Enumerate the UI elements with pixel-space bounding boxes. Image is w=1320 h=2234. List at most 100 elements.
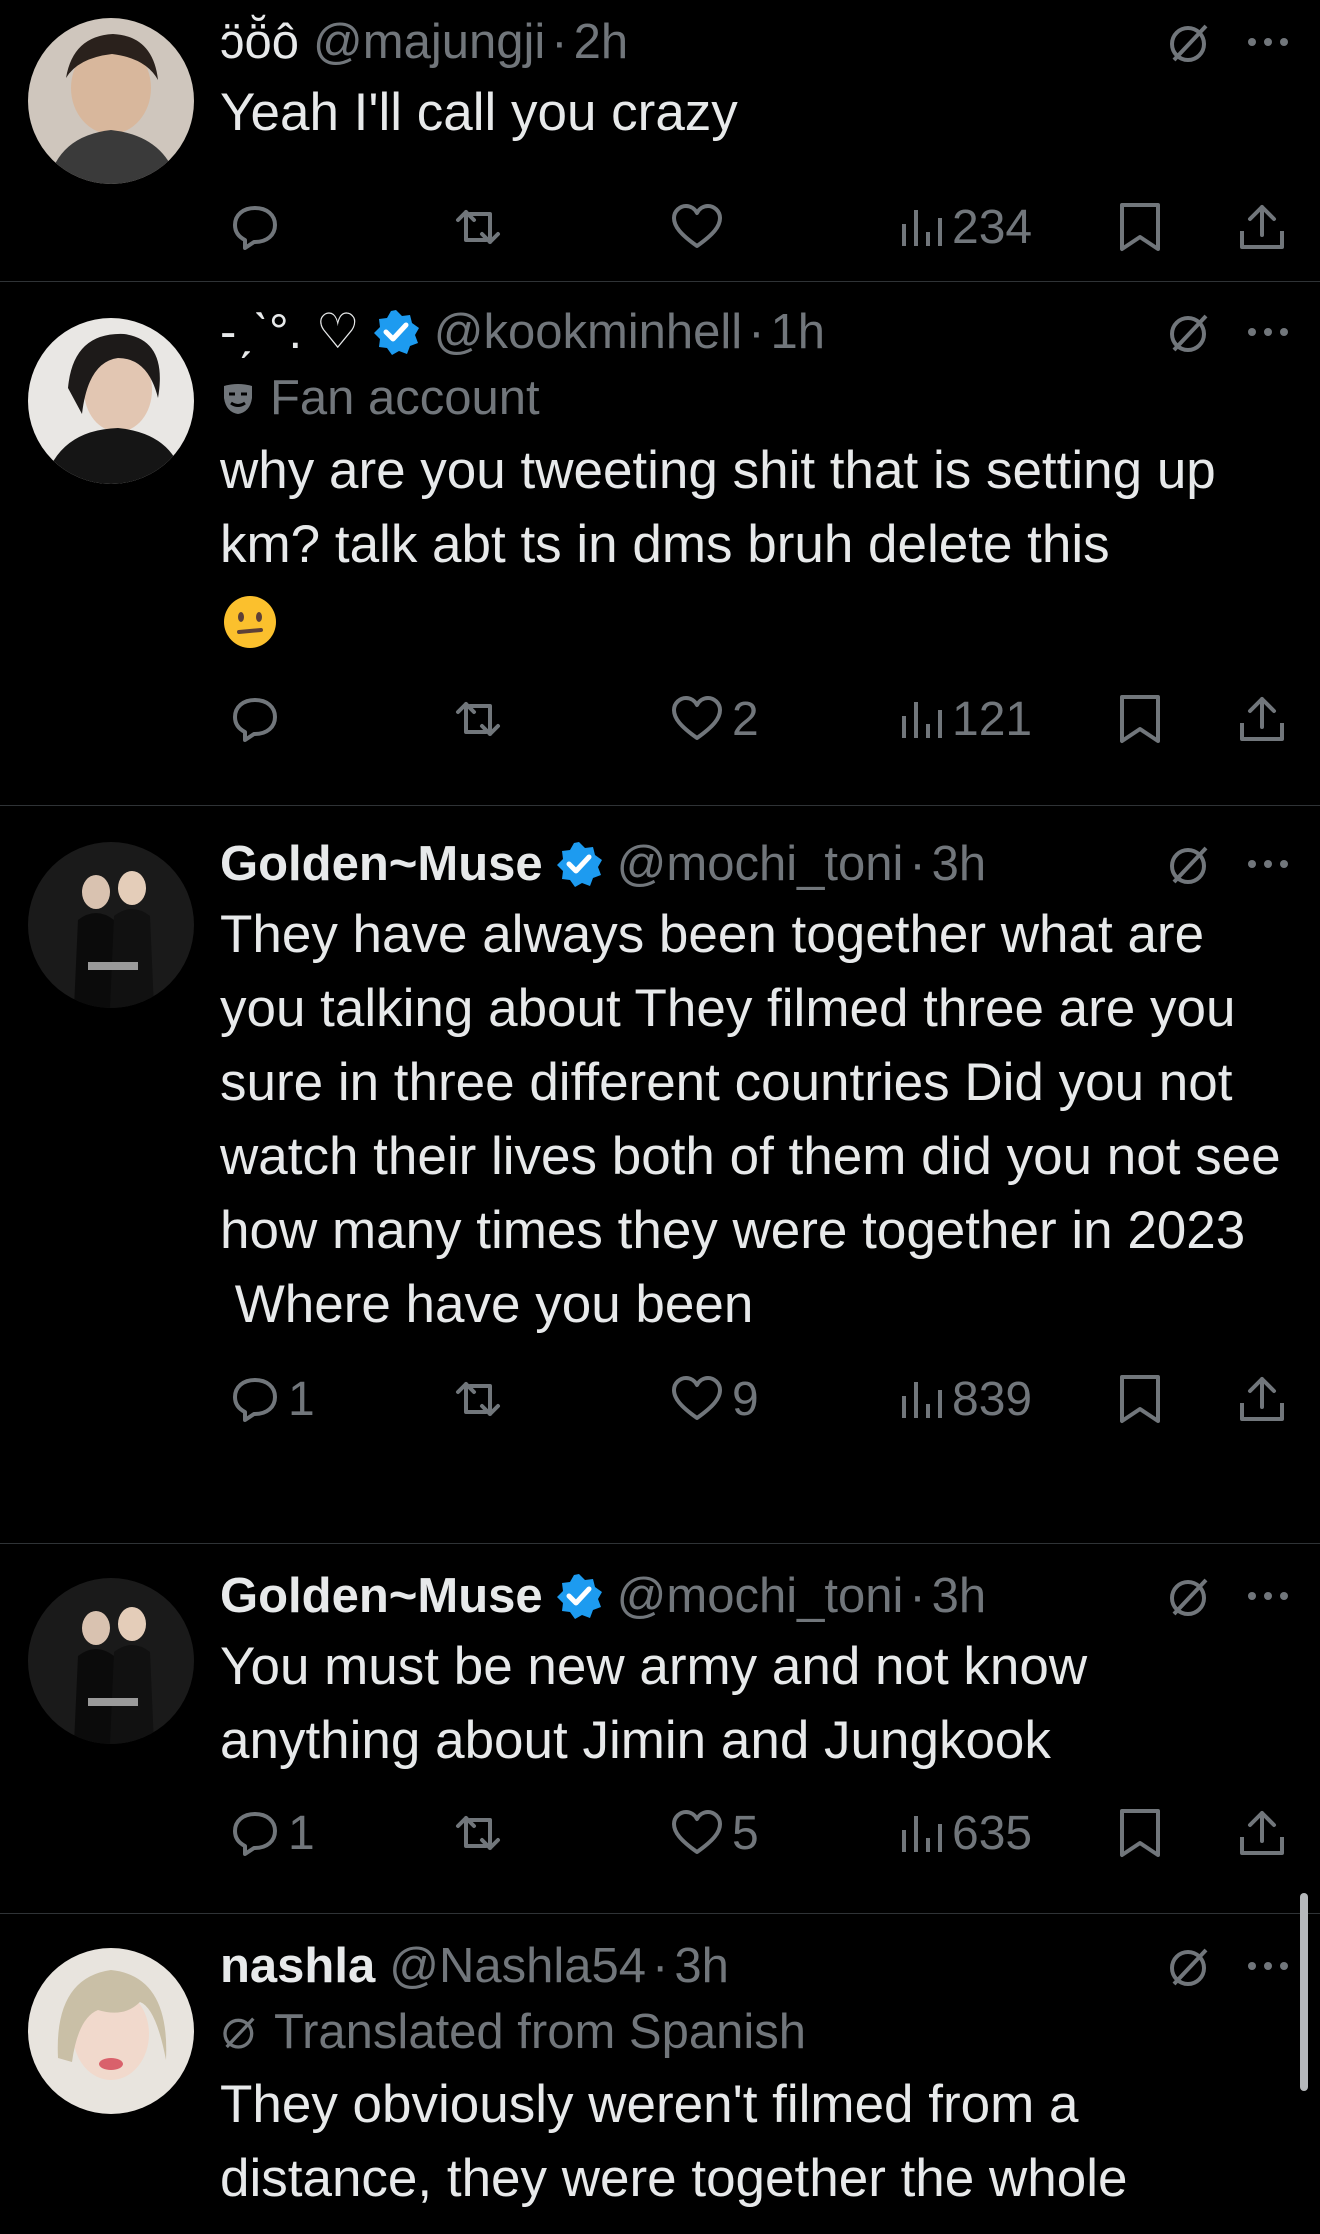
- tweet[interactable]: ɔ̈ö̆ô @majungji · 2h Yeah I'll call you …: [0, 0, 1320, 282]
- timestamp[interactable]: 3h: [932, 1566, 987, 1626]
- bookmark-button[interactable]: [1118, 1354, 1162, 1444]
- tweet-header: nashla @Nashla54 · 3h: [220, 1936, 1320, 1996]
- reply-count: 1: [288, 1372, 315, 1426]
- tweet-text: You must be new army and not know anythi…: [220, 1637, 1102, 1770]
- views-icon: [902, 1816, 942, 1852]
- reply-count: 1: [288, 1806, 315, 1860]
- tweet[interactable]: Golden~Muse @mochi_toni · 3h You must be…: [0, 1544, 1320, 1914]
- handle[interactable]: @Nashla54: [389, 1936, 646, 1996]
- views-button[interactable]: 839: [900, 1354, 1032, 1444]
- repost-button[interactable]: [450, 1354, 506, 1444]
- display-name[interactable]: Golden~Muse: [220, 834, 543, 894]
- header-actions: [1166, 1942, 1292, 1990]
- share-button[interactable]: [1238, 1788, 1286, 1878]
- separator: ·: [748, 305, 765, 359]
- repost-icon: [456, 1382, 500, 1416]
- views-icon: [902, 210, 942, 246]
- translation-label[interactable]: Translated from Spanish: [220, 1996, 1320, 2068]
- display-name[interactable]: nashla: [220, 1936, 375, 1996]
- timestamp[interactable]: 1h: [771, 302, 826, 362]
- reply-button[interactable]: 1: [230, 1788, 315, 1878]
- verified-badge-icon: [373, 310, 419, 355]
- more-icon[interactable]: [1244, 1589, 1292, 1603]
- reply-icon: [233, 206, 277, 250]
- avatar[interactable]: [28, 1948, 194, 2114]
- grok-icon[interactable]: [1166, 1942, 1214, 1990]
- reply-button[interactable]: 1: [230, 1354, 315, 1444]
- views-icon: [902, 1382, 942, 1418]
- like-button[interactable]: 5: [670, 1788, 759, 1878]
- bookmark-button[interactable]: [1118, 182, 1162, 272]
- grok-icon[interactable]: [1166, 308, 1214, 356]
- confused-face-emoji: [224, 596, 276, 648]
- tweet-text: They have always been together what are …: [220, 905, 1281, 1334]
- reply-icon: [233, 1378, 277, 1422]
- tweet-header: Golden~Muse @mochi_toni · 3h: [220, 834, 1320, 894]
- display-name[interactable]: ɔ̈ö̆ô: [220, 12, 299, 72]
- like-icon: [672, 1810, 722, 1854]
- handle[interactable]: @kookminhell: [434, 302, 742, 362]
- tweet-actions: 234: [220, 182, 1320, 272]
- header-actions: [1166, 308, 1292, 356]
- share-button[interactable]: [1238, 1354, 1286, 1444]
- reply-button[interactable]: [230, 674, 288, 764]
- separator: ·: [909, 837, 926, 891]
- tweet[interactable]: -ˏˋ°. ♡ @kookminhell · 1h Fan account wh…: [0, 282, 1320, 806]
- like-icon: [672, 696, 722, 740]
- share-button[interactable]: [1238, 674, 1286, 764]
- tweet-actions: 1 9 839: [220, 1354, 1320, 1444]
- separator: ·: [551, 15, 568, 69]
- repost-button[interactable]: [450, 182, 506, 272]
- avatar[interactable]: [28, 318, 194, 484]
- handle[interactable]: @mochi_toni: [617, 834, 904, 894]
- avatar[interactable]: [28, 18, 194, 184]
- tweet[interactable]: nashla @Nashla54 · 3h Translated from Sp…: [0, 1914, 1320, 2234]
- display-name[interactable]: Golden~Muse: [220, 1566, 543, 1626]
- timestamp[interactable]: 3h: [932, 834, 987, 894]
- avatar[interactable]: [28, 842, 194, 1008]
- more-icon[interactable]: [1244, 1959, 1292, 1973]
- view-count: 234: [952, 200, 1033, 254]
- grok-icon[interactable]: [1166, 18, 1214, 66]
- more-icon[interactable]: [1244, 35, 1292, 49]
- grok-icon[interactable]: [1166, 840, 1214, 888]
- fan-account-label: Fan account: [220, 362, 1320, 434]
- tweet-header: Golden~Muse @mochi_toni · 3h: [220, 1566, 1320, 1626]
- like-count: 9: [732, 1372, 759, 1426]
- views-button[interactable]: 234: [900, 182, 1032, 272]
- repost-button[interactable]: [450, 1788, 506, 1878]
- reply-icon: [233, 698, 277, 742]
- like-button[interactable]: [670, 182, 732, 272]
- more-icon[interactable]: [1244, 857, 1292, 871]
- bookmark-icon: [1120, 1809, 1160, 1857]
- grok-icon[interactable]: [1166, 1572, 1214, 1620]
- scrollbar[interactable]: [1300, 1893, 1308, 2091]
- tweet-header: -ˏˋ°. ♡ @kookminhell · 1h: [220, 302, 1320, 362]
- reply-icon: [233, 1812, 277, 1856]
- handle[interactable]: @mochi_toni: [617, 1566, 904, 1626]
- repost-button[interactable]: [450, 674, 506, 764]
- translation-text: Translated from Spanish: [274, 2005, 806, 2059]
- reply-button[interactable]: [230, 182, 288, 272]
- tweet[interactable]: Golden~Muse @mochi_toni · 3h They have a…: [0, 806, 1320, 1544]
- timestamp[interactable]: 2h: [574, 12, 629, 72]
- like-button[interactable]: 9: [670, 1354, 759, 1444]
- avatar[interactable]: [28, 1578, 194, 1744]
- timeline-feed: ɔ̈ö̆ô @majungji · 2h Yeah I'll call you …: [0, 0, 1320, 2234]
- timestamp[interactable]: 3h: [674, 1936, 729, 1996]
- share-icon: [1240, 205, 1284, 249]
- handle[interactable]: @majungji: [313, 12, 545, 72]
- bookmark-button[interactable]: [1118, 1788, 1162, 1878]
- share-button[interactable]: [1238, 182, 1286, 272]
- view-count: 839: [952, 1372, 1033, 1426]
- like-button[interactable]: 2: [670, 674, 759, 764]
- view-count: 121: [952, 692, 1033, 746]
- bookmark-button[interactable]: [1118, 674, 1162, 764]
- views-button[interactable]: 635: [900, 1788, 1032, 1878]
- display-name[interactable]: -ˏˋ°. ♡: [220, 302, 360, 362]
- views-button[interactable]: 121: [900, 674, 1032, 764]
- tweet-header: ɔ̈ö̆ô @majungji · 2h: [220, 12, 1320, 72]
- tweet-actions: 2 121: [220, 674, 1320, 764]
- repost-icon: [456, 702, 500, 736]
- more-icon[interactable]: [1244, 325, 1292, 339]
